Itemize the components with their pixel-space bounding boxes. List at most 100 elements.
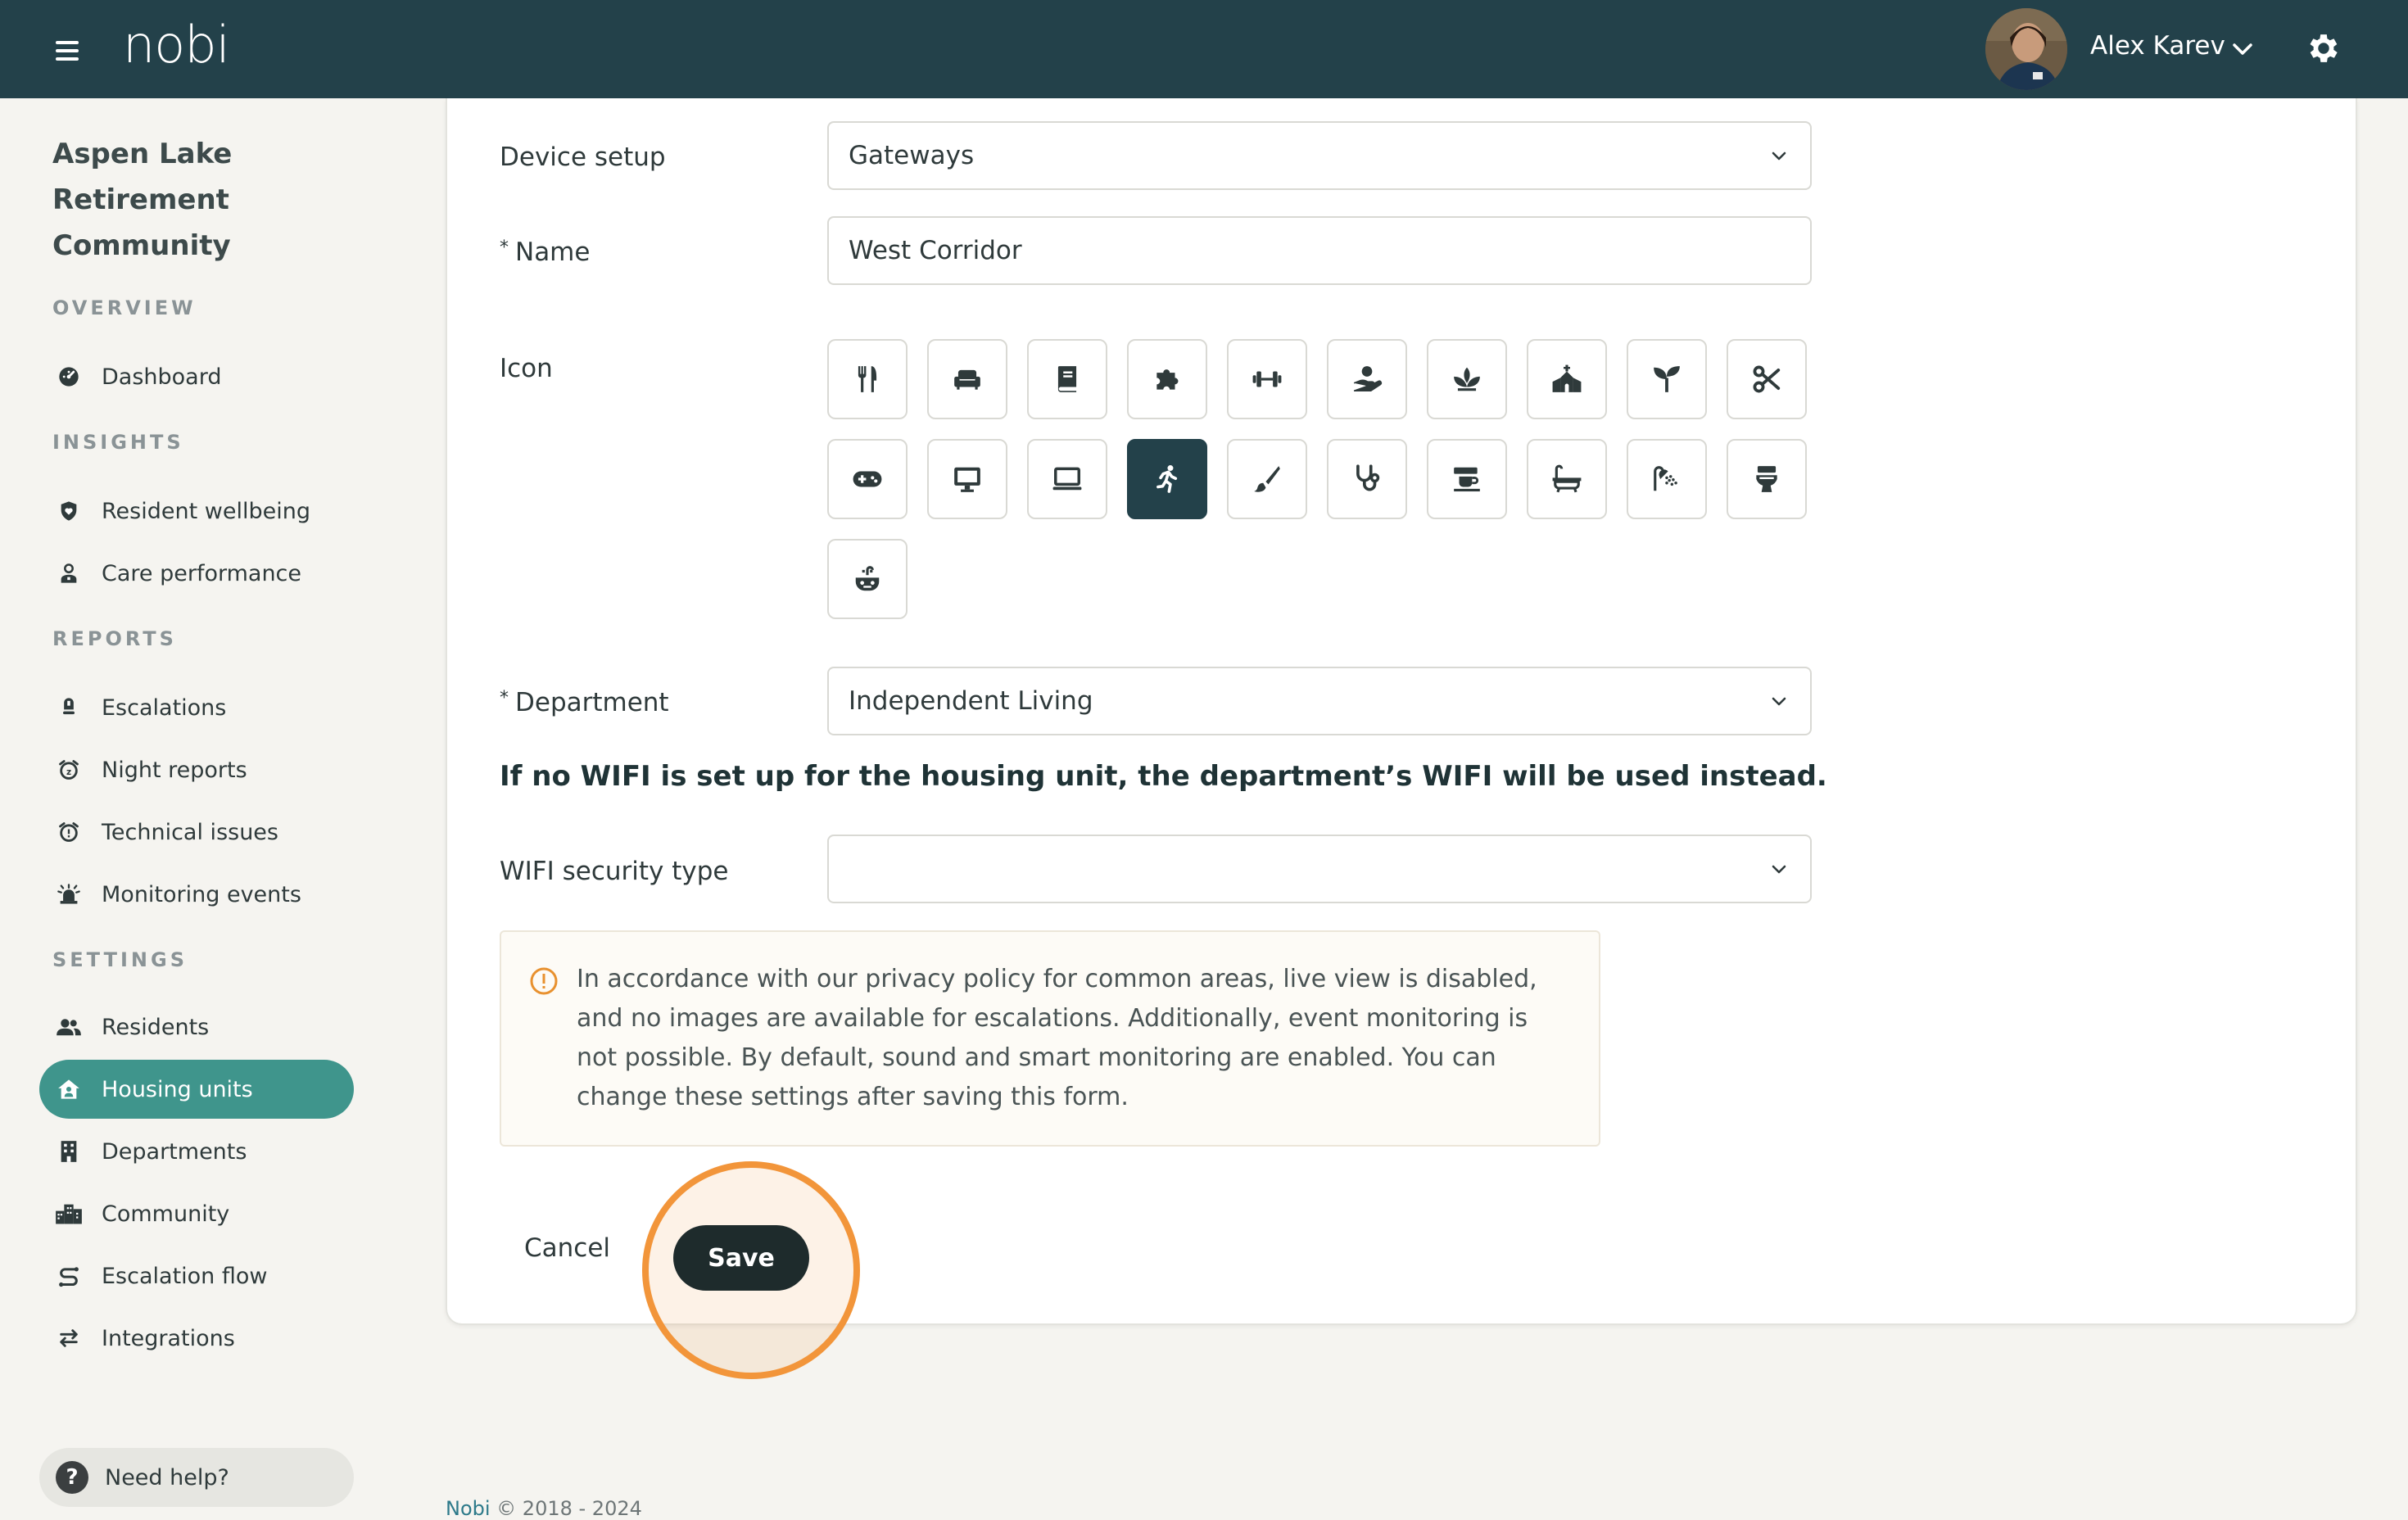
footer-text: © 2018 - 2024 <box>490 1497 642 1520</box>
running-person-icon <box>1156 465 1178 493</box>
footer-brand-link[interactable]: Nobi <box>446 1497 491 1520</box>
dumbbell-icon <box>1252 371 1282 387</box>
icon-option-lotus[interactable] <box>1427 339 1507 419</box>
alert-icon <box>54 693 84 722</box>
user-name[interactable]: Alex Karev <box>2090 31 2225 61</box>
sidebar-item-label: Escalation flow <box>102 1263 268 1289</box>
shower-icon <box>1654 466 1677 491</box>
wifi-security-label: WIFI security type <box>500 857 729 886</box>
sink-icon <box>855 566 880 591</box>
chevron-down-icon[interactable] <box>2229 36 2256 62</box>
swap-arrows-icon <box>54 1323 84 1353</box>
chevron-down-icon <box>1772 697 1786 706</box>
toilet-icon <box>1756 466 1777 492</box>
icon-option-paint-brush[interactable] <box>1227 439 1307 519</box>
laptop-icon <box>1052 467 1082 491</box>
sidebar-item-monitoring-events[interactable]: Monitoring events <box>39 865 354 924</box>
need-help-label: Need help? <box>105 1464 229 1491</box>
icon-option-toilet[interactable] <box>1727 439 1807 519</box>
required-mark: * <box>500 238 509 258</box>
sidebar-item-night-reports[interactable]: z Night reports <box>39 740 354 799</box>
chapel-icon <box>1552 364 1582 392</box>
icon-label: Icon <box>500 354 553 383</box>
name-label-text: Name <box>515 238 591 267</box>
cutlery-icon <box>858 366 877 392</box>
care-hand-icon <box>1353 366 1383 392</box>
sidebar-item-care-performance[interactable]: Care performance <box>39 544 354 603</box>
house-person-icon <box>54 1074 84 1104</box>
device-setup-label: Device setup <box>500 142 666 172</box>
avatar[interactable] <box>1985 8 2067 90</box>
icon-option-book[interactable] <box>1027 339 1107 419</box>
name-label: * Name <box>500 238 590 267</box>
sidebar-item-label: Monitoring events <box>102 881 301 907</box>
sidebar-item-label: Integrations <box>102 1325 235 1351</box>
need-help-button[interactable]: ? Need help? <box>39 1448 354 1507</box>
privacy-notice-text: In accordance with our privacy policy fo… <box>577 965 1537 1111</box>
siren-icon <box>54 880 84 909</box>
sidebar-item-label: Escalations <box>102 694 227 721</box>
sidebar-item-label: Care performance <box>102 560 302 586</box>
icon-option-shower[interactable] <box>1627 439 1707 519</box>
required-mark: * <box>500 688 509 708</box>
icon-option-sofa[interactable] <box>927 339 1007 419</box>
hamburger-menu-icon[interactable] <box>56 41 80 61</box>
top-bar: nobi Alex Karev <box>0 0 2408 98</box>
sidebar-item-community[interactable]: Community <box>39 1184 354 1243</box>
sidebar-item-departments[interactable]: Departments <box>39 1122 354 1181</box>
icon-option-sprout[interactable] <box>1627 339 1707 419</box>
sidebar-item-technical-issues[interactable]: Technical issues <box>39 803 354 862</box>
gear-icon[interactable] <box>2305 29 2342 67</box>
sidebar: Aspen Lake Retirement Community OVERVIEW… <box>0 98 393 1512</box>
sidebar-item-label: Night reports <box>102 757 247 783</box>
puzzle-icon <box>1156 369 1179 390</box>
sidebar-item-housing-units[interactable]: Housing units <box>39 1060 354 1119</box>
icon-option-dumbbell[interactable] <box>1227 339 1307 419</box>
section-title-settings: SETTINGS <box>52 948 188 971</box>
sidebar-item-label: Dashboard <box>102 364 222 390</box>
sidebar-item-dashboard[interactable]: Dashboard <box>39 347 354 406</box>
section-title-overview: OVERVIEW <box>52 296 197 319</box>
sidebar-item-resident-wellbeing[interactable]: Resident wellbeing <box>39 482 354 541</box>
desktop-icon <box>954 467 980 492</box>
svg-text:z: z <box>66 767 71 777</box>
icon-option-care-hand[interactable] <box>1327 339 1407 419</box>
icon-option-chapel[interactable] <box>1527 339 1607 419</box>
sidebar-item-residents[interactable]: Residents <box>39 998 354 1056</box>
icon-option-sink[interactable] <box>827 539 908 619</box>
wifi-security-select[interactable] <box>827 835 1812 903</box>
icon-option-laptop[interactable] <box>1027 439 1107 519</box>
icon-option-coffee-machine[interactable] <box>1427 439 1507 519</box>
book-icon <box>1057 366 1077 392</box>
wifi-fallback-note: If no WIFI is set up for the housing uni… <box>500 760 1827 793</box>
gamepad-icon <box>853 471 882 487</box>
department-select[interactable]: Independent Living <box>827 667 1812 735</box>
sidebar-item-integrations[interactable]: Integrations <box>39 1309 354 1368</box>
sidebar-item-escalations[interactable]: Escalations <box>39 678 354 737</box>
question-mark-icon: ? <box>56 1461 88 1494</box>
icon-option-stethoscope[interactable] <box>1327 439 1407 519</box>
icon-option-scissors[interactable] <box>1727 339 1807 419</box>
icon-option-bathtub[interactable] <box>1527 439 1607 519</box>
icon-option-cutlery[interactable] <box>827 339 908 419</box>
scissors-icon <box>1753 365 1781 393</box>
bathtub-icon <box>1552 464 1582 493</box>
lotus-icon <box>1454 367 1480 391</box>
warning-circle-icon <box>530 967 558 995</box>
alarm-clock-icon: z <box>54 755 84 785</box>
device-setup-value: Gateways <box>849 141 975 170</box>
icon-option-running-person[interactable] <box>1127 439 1207 519</box>
device-setup-select[interactable]: Gateways <box>827 121 1812 190</box>
icon-option-gamepad[interactable] <box>827 439 908 519</box>
sidebar-item-escalation-flow[interactable]: Escalation flow <box>39 1246 354 1305</box>
name-value: West Corridor <box>849 236 1022 265</box>
name-input[interactable]: West Corridor <box>827 216 1812 285</box>
chevron-down-icon <box>1772 152 1786 161</box>
icon-option-puzzle[interactable] <box>1127 339 1207 419</box>
icon-option-desktop[interactable] <box>927 439 1007 519</box>
building-icon <box>54 1137 84 1166</box>
save-button[interactable]: Save <box>673 1225 809 1291</box>
cancel-button[interactable]: Cancel <box>524 1233 610 1263</box>
community-name: Aspen Lake Retirement Community <box>52 138 233 262</box>
nobi-logo[interactable]: nobi <box>123 15 230 75</box>
